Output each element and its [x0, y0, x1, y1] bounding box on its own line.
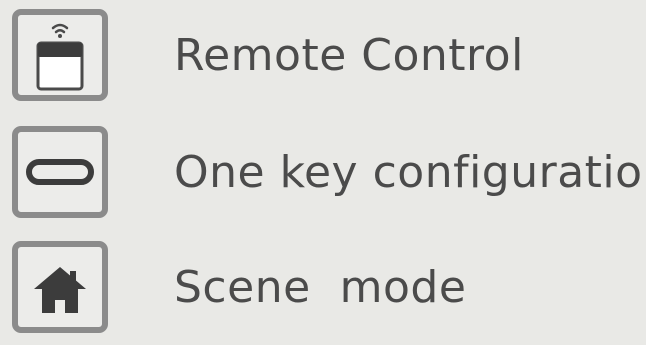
menu-item-one-key-configuration[interactable]: One key configuration — [12, 117, 646, 227]
remote-control-icon — [12, 9, 108, 101]
menu-item-label: Scene mode — [174, 261, 467, 313]
menu-item-scene-mode[interactable]: Scene mode — [12, 232, 642, 342]
menu-item-label: One key configuration — [174, 146, 646, 198]
menu-item-label: Remote Control — [174, 29, 524, 81]
home-icon — [12, 241, 108, 333]
one-key-button-icon — [12, 126, 108, 218]
feature-menu: Remote Control One key configuration Sce… — [0, 0, 646, 345]
menu-item-remote-control[interactable]: Remote Control — [12, 0, 642, 110]
